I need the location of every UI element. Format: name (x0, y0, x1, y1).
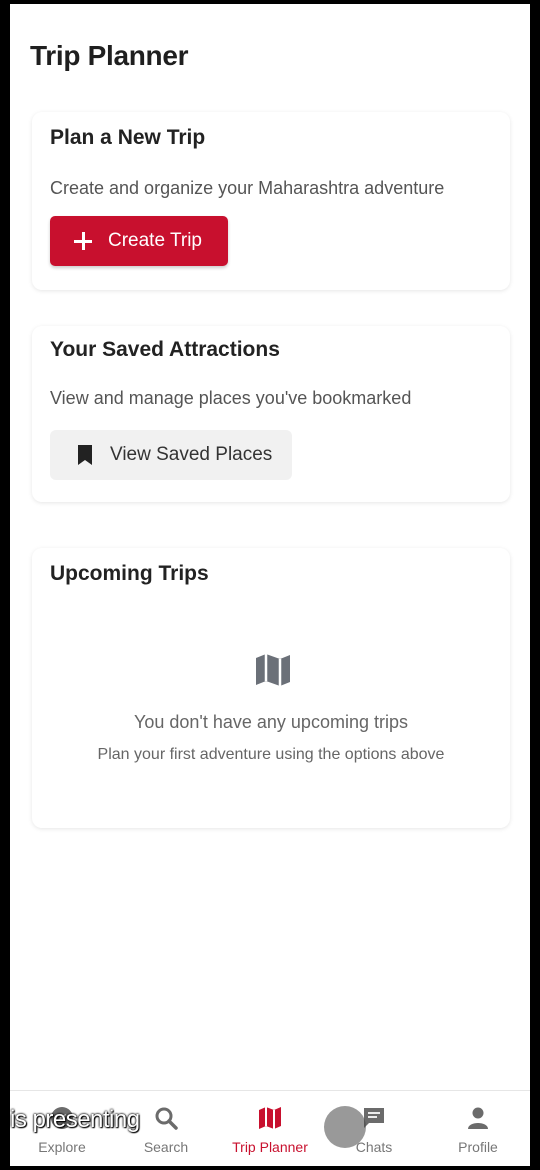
map-icon (256, 654, 290, 686)
touch-indicator (324, 1106, 366, 1148)
saved-attractions-card: Your Saved Attractions View and manage p… (32, 326, 510, 502)
nav-profile-label: Profile (458, 1139, 498, 1155)
saved-attractions-description: View and manage places you've bookmarked (50, 388, 412, 408)
create-trip-button[interactable]: Create Trip (50, 216, 228, 266)
upcoming-trips-card: Upcoming Trips You don't have any upcomi… (32, 548, 510, 828)
nav-chats-label: Chats (355, 1139, 393, 1155)
nav-trip-planner-label: Trip Planner (232, 1139, 308, 1155)
plan-trip-card: Plan a New Trip Create and organize your… (32, 112, 510, 290)
nav-search-label: Search (143, 1139, 189, 1155)
map-icon (259, 1107, 281, 1129)
bookmark-icon (78, 445, 92, 465)
page-title: Trip Planner (30, 40, 189, 71)
view-saved-places-label: View Saved Places (110, 444, 273, 465)
search-icon (155, 1107, 178, 1130)
plus-icon (74, 232, 92, 250)
create-trip-label: Create Trip (108, 230, 202, 251)
app-screen: Trip Planner Plan a New Trip Create and … (10, 4, 530, 1166)
view-saved-places-button[interactable]: View Saved Places (50, 430, 292, 480)
presenting-caption: is presenting (10, 1106, 140, 1133)
nav-explore-label: Explore (38, 1139, 86, 1155)
nav-trip-planner[interactable]: Trip Planner (222, 1091, 318, 1155)
saved-attractions-title: Your Saved Attractions (50, 338, 280, 361)
upcoming-trips-title: Upcoming Trips (50, 562, 209, 585)
person-icon (468, 1107, 488, 1129)
empty-state-title: You don't have any upcoming trips (134, 712, 408, 732)
empty-state-subtitle: Plan your first adventure using the opti… (97, 746, 445, 763)
plan-trip-description: Create and organize your Maharashtra adv… (50, 178, 445, 198)
nav-profile[interactable]: Profile (430, 1091, 526, 1155)
plan-trip-title: Plan a New Trip (50, 126, 206, 149)
